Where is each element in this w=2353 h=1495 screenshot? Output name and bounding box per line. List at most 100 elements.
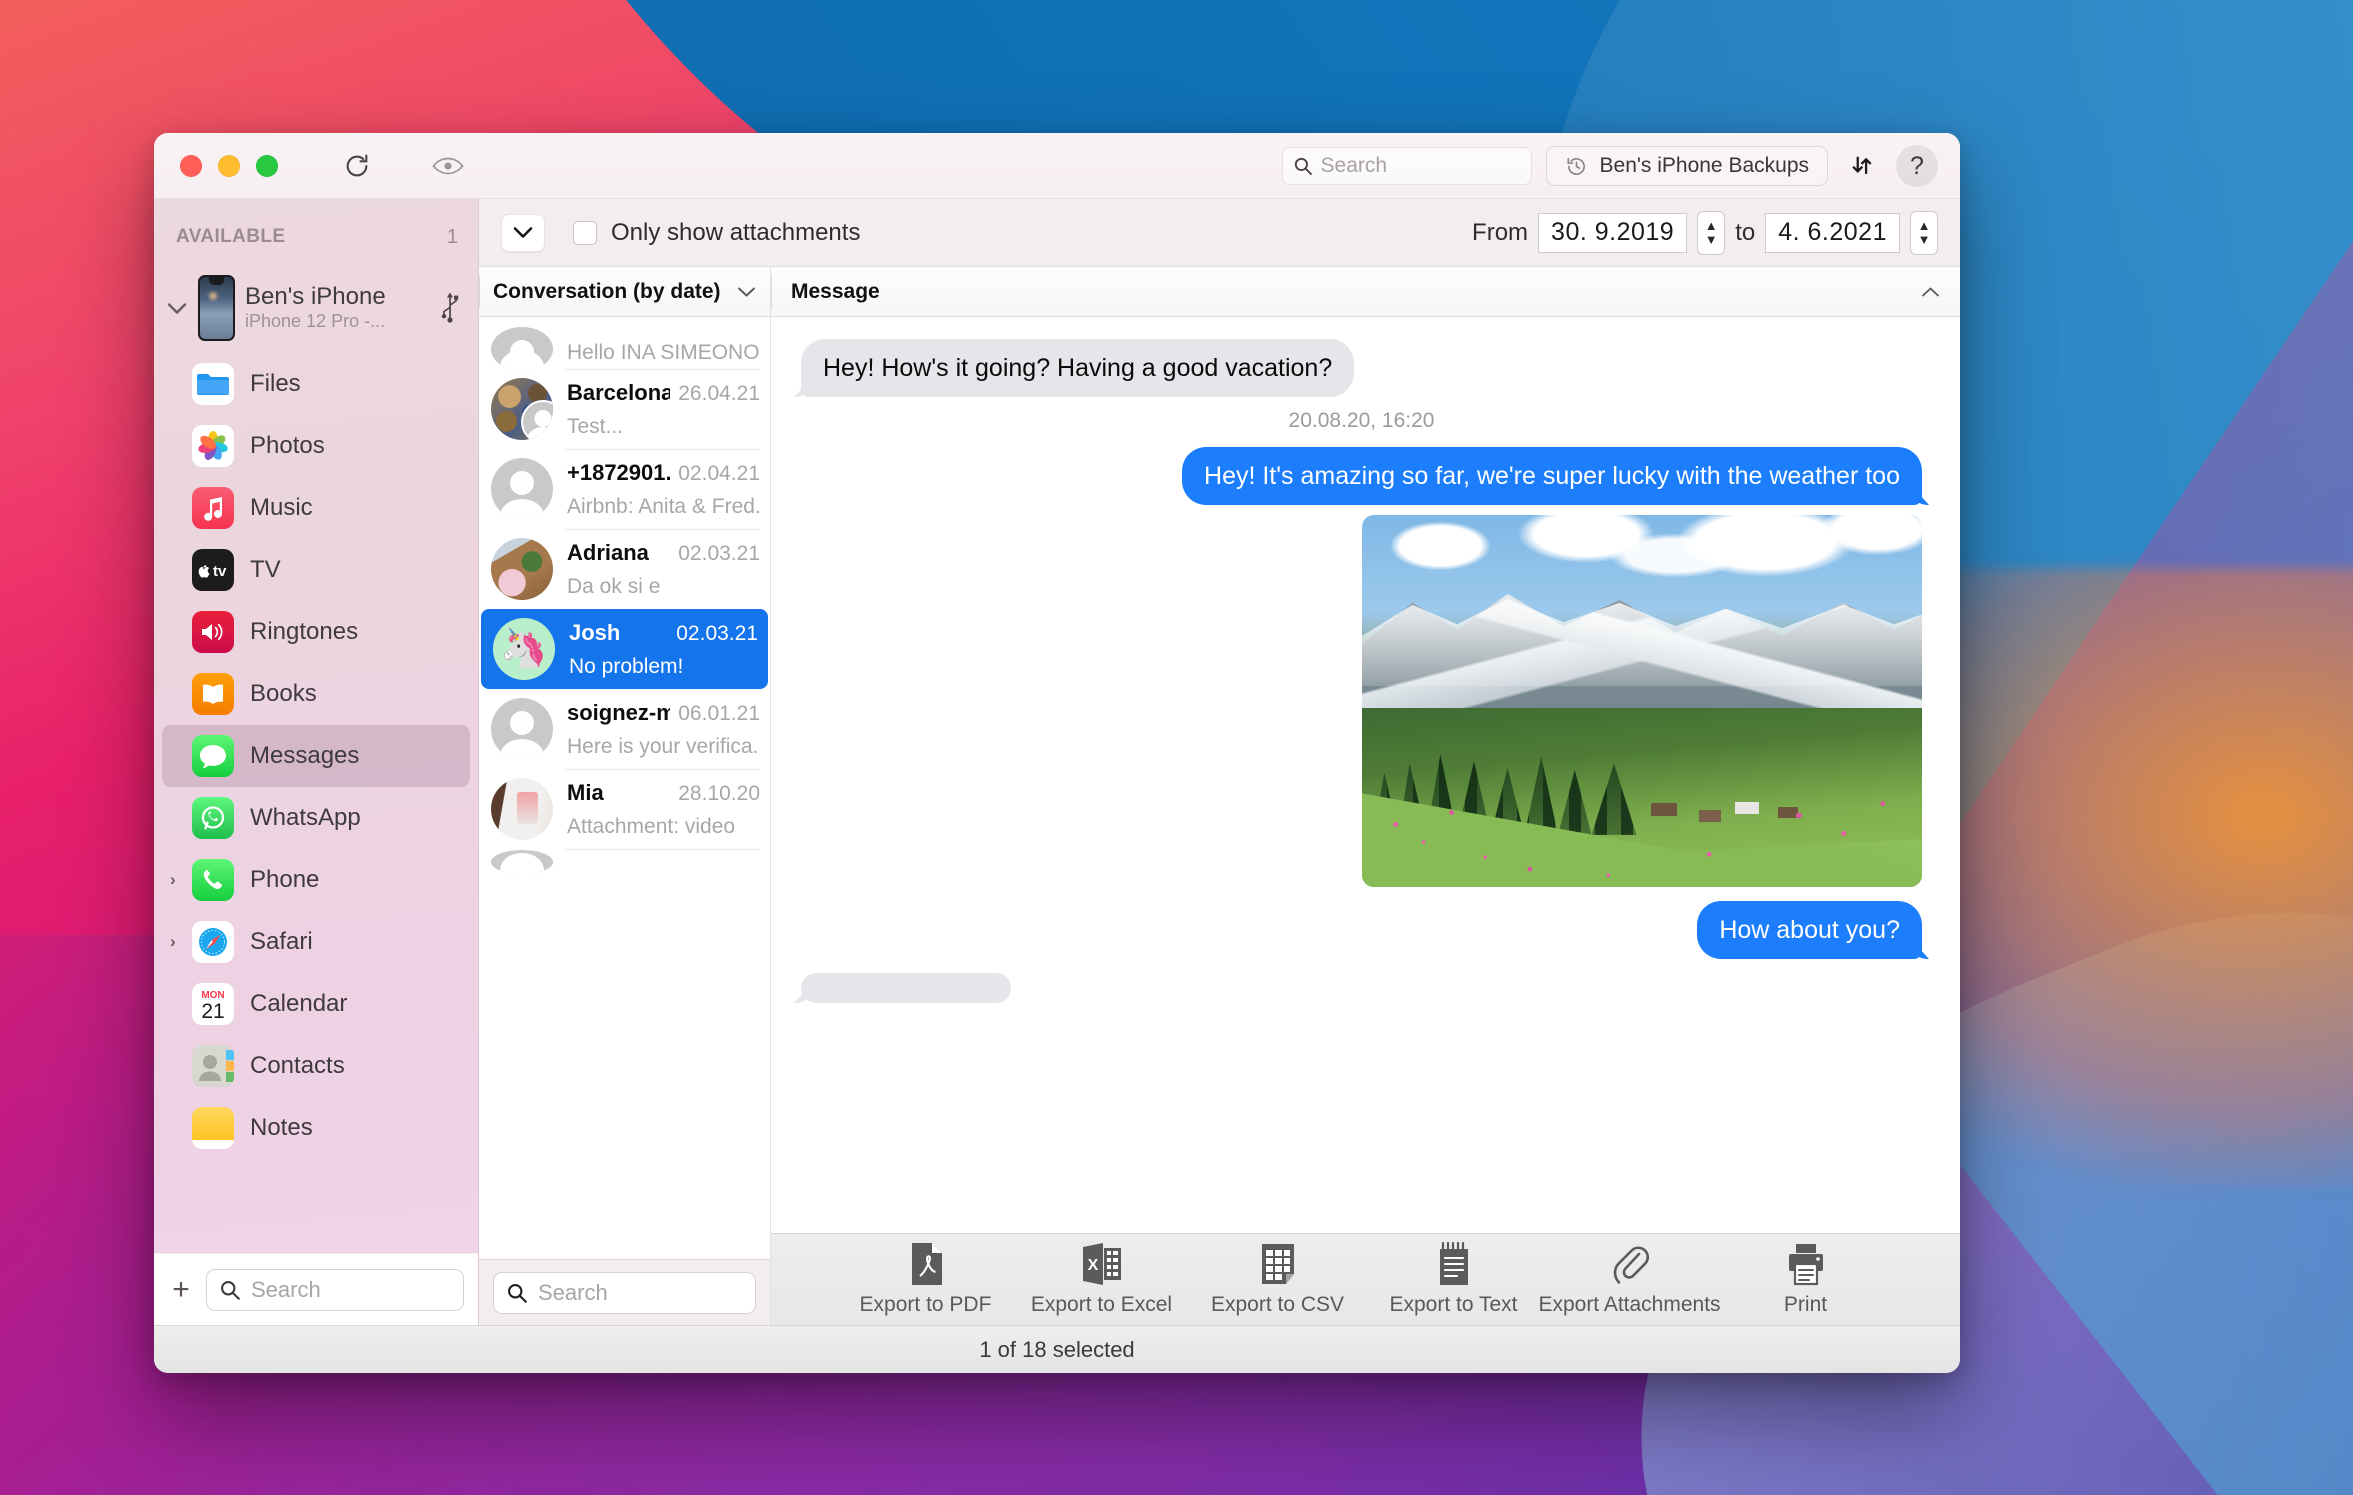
refresh-icon[interactable] (340, 149, 374, 183)
sidebar-item-label: Books (250, 680, 317, 707)
sidebar-scroll-area[interactable]: AVAILABLE 1 Ben's iPhone iPhone 12 Pro -… (154, 199, 478, 1253)
only-show-attachments-label: Only show attachments (611, 218, 861, 246)
avatar (491, 538, 553, 600)
sidebar-section-count: 1 (446, 225, 458, 248)
sidebar-item-books[interactable]: Books (162, 663, 470, 725)
add-button[interactable]: + (168, 1274, 194, 1305)
sidebar-item-label: Safari (250, 928, 313, 955)
minimize-button[interactable] (218, 154, 240, 177)
list-item-name: +1872901... (567, 459, 670, 485)
list-item[interactable]: Hello INA SIMEONO... (479, 317, 770, 371)
avatar (491, 698, 553, 760)
calendar-weekday: MON (201, 989, 225, 1001)
message-bubble-incoming[interactable]: Hey! How's it going? Having a good vacat… (801, 339, 1355, 397)
eye-icon[interactable] (430, 149, 466, 183)
sidebar-item-safari[interactable]: › Safari (162, 911, 470, 973)
chevron-down-icon[interactable] (166, 302, 188, 315)
sidebar-footer: + Search (154, 1253, 478, 1325)
list-item-date: 02.04.21 (678, 461, 760, 485)
list-item-date: 06.01.21 (678, 701, 760, 725)
export-button-label: Export to CSV (1210, 1293, 1345, 1316)
sidebar-item-music[interactable]: Music (162, 477, 470, 539)
chevron-down-icon[interactable] (737, 286, 756, 298)
export-attachments-button[interactable]: Export Attachments (1538, 1242, 1721, 1317)
sidebar-device-row[interactable]: Ben's iPhone iPhone 12 Pro -... (154, 263, 478, 353)
export-to-pdf-button[interactable]: Export to PDF (838, 1242, 1014, 1317)
help-button[interactable]: ? (1896, 145, 1938, 187)
sidebar-item-notes[interactable]: Notes (162, 1097, 470, 1159)
list-item-text: Mia 28.10.20 Attachment: video (567, 780, 760, 839)
sidebar-item-tv[interactable]: tv TV (162, 539, 470, 601)
list-item-selected[interactable]: 🦄 Josh 02.03.21 No problem! (481, 609, 768, 689)
message-timestamp: 20.08.20, 16:20 (1288, 409, 1435, 432)
list-item[interactable] (479, 849, 770, 875)
conversation-search-placeholder: Search (538, 1279, 608, 1305)
backup-selector-button[interactable]: Ben's iPhone Backups (1545, 146, 1828, 186)
maximize-button[interactable] (256, 154, 278, 177)
date-to-stepper[interactable]: ▲ ▼ (1910, 210, 1938, 255)
sidebar-item-photos[interactable]: Photos (162, 415, 470, 477)
calendar-day: 21 (201, 999, 225, 1023)
chevron-right-icon[interactable]: › (170, 932, 176, 952)
message-row-incoming-partial (801, 973, 1922, 1003)
export-to-csv-button[interactable]: Export to CSV (1190, 1242, 1366, 1317)
global-search-input[interactable]: Search (1281, 147, 1532, 185)
list-item-preview: No problem! (569, 654, 684, 678)
date-to-input[interactable]: 4. 6.2021 (1765, 212, 1900, 253)
sidebar-search-input[interactable]: Search (206, 1268, 464, 1311)
application-window: Search Ben's iPhone Backups ? AVAILABLE … (154, 133, 1960, 1373)
sidebar-item-ringtones[interactable]: Ringtones (162, 601, 470, 663)
message-attachment-photo[interactable] (1362, 515, 1922, 887)
avatar: 🦄 (493, 618, 555, 680)
search-icon (221, 1280, 240, 1300)
list-item-text: Josh 02.03.21 No problem! (569, 620, 758, 679)
conversation-list[interactable]: Hello INA SIMEONO... Barcelona... 26.04.… (479, 317, 770, 1259)
sidebar-item-files[interactable]: Files (162, 353, 470, 415)
conversation-search-input[interactable]: Search (493, 1271, 756, 1314)
export-to-excel-button[interactable]: X Export to Excel (1014, 1242, 1190, 1317)
export-to-text-button[interactable]: Export to Text (1366, 1242, 1542, 1317)
photo-flowers (1362, 738, 1922, 887)
photos-icon (192, 425, 234, 467)
message-column-header[interactable]: Message (771, 267, 1960, 317)
list-item-date: 26.04.21 (678, 381, 760, 405)
message-bubble-incoming-partial[interactable] (801, 973, 1011, 1003)
phone-icon (192, 859, 234, 901)
date-from-stepper[interactable]: ▲ ▼ (1697, 210, 1726, 255)
list-item[interactable]: Barcelona... 26.04.21 Test... (479, 369, 770, 449)
avatar (491, 327, 553, 371)
list-item-text: +1872901... 02.04.21 Airbnb: Anita & Fre… (567, 460, 760, 519)
message-thread[interactable]: Hey! How's it going? Having a good vacat… (771, 317, 1960, 1233)
chevron-up-icon[interactable] (1921, 286, 1940, 298)
conversation-footer: Search (479, 1259, 770, 1325)
export-button-label: Export to Text (1389, 1293, 1518, 1316)
window-titlebar: Search Ben's iPhone Backups ? (154, 133, 1960, 199)
sidebar-item-label: Contacts (250, 1052, 345, 1079)
message-bubble-outgoing[interactable]: How about you? (1697, 901, 1922, 959)
sidebar-item-messages[interactable]: Messages (162, 725, 470, 787)
usb-icon (438, 291, 462, 325)
date-from-input[interactable]: 30. 9.2019 (1538, 212, 1688, 253)
only-show-attachments-checkbox[interactable]: Only show attachments (573, 219, 860, 247)
sidebar: AVAILABLE 1 Ben's iPhone iPhone 12 Pro -… (154, 199, 479, 1325)
sidebar-item-calendar[interactable]: MON 21 Calendar (162, 973, 470, 1035)
sort-direction-icon[interactable] (1842, 147, 1882, 185)
paperclip-icon (1611, 1242, 1649, 1286)
list-item[interactable]: Adriana 02.03.21 Da ok si e (479, 529, 770, 609)
filter-expand-button[interactable] (501, 213, 545, 252)
sidebar-item-phone[interactable]: › Phone (162, 849, 470, 911)
message-bubble-outgoing[interactable]: Hey! It's amazing so far, we're super lu… (1182, 447, 1922, 505)
chevron-right-icon[interactable]: › (170, 870, 176, 890)
list-item[interactable]: +1872901... 02.04.21 Airbnb: Anita & Fre… (479, 449, 770, 529)
conversation-column: Conversation (by date) Hello INA SIMEONO… (479, 267, 771, 1325)
conversation-column-header[interactable]: Conversation (by date) (479, 267, 770, 317)
sidebar-item-whatsapp[interactable]: WhatsApp (162, 787, 470, 849)
avatar (491, 850, 553, 874)
message-row-attachment (801, 515, 1922, 887)
close-button[interactable] (180, 154, 202, 177)
print-button[interactable]: Print (1718, 1242, 1894, 1317)
list-item[interactable]: soignez-moi 06.01.21 Here is your verifi… (479, 689, 770, 769)
chevron-down-icon (513, 227, 533, 238)
sidebar-item-contacts[interactable]: Contacts (162, 1035, 470, 1097)
list-item[interactable]: Mia 28.10.20 Attachment: video (479, 769, 770, 849)
